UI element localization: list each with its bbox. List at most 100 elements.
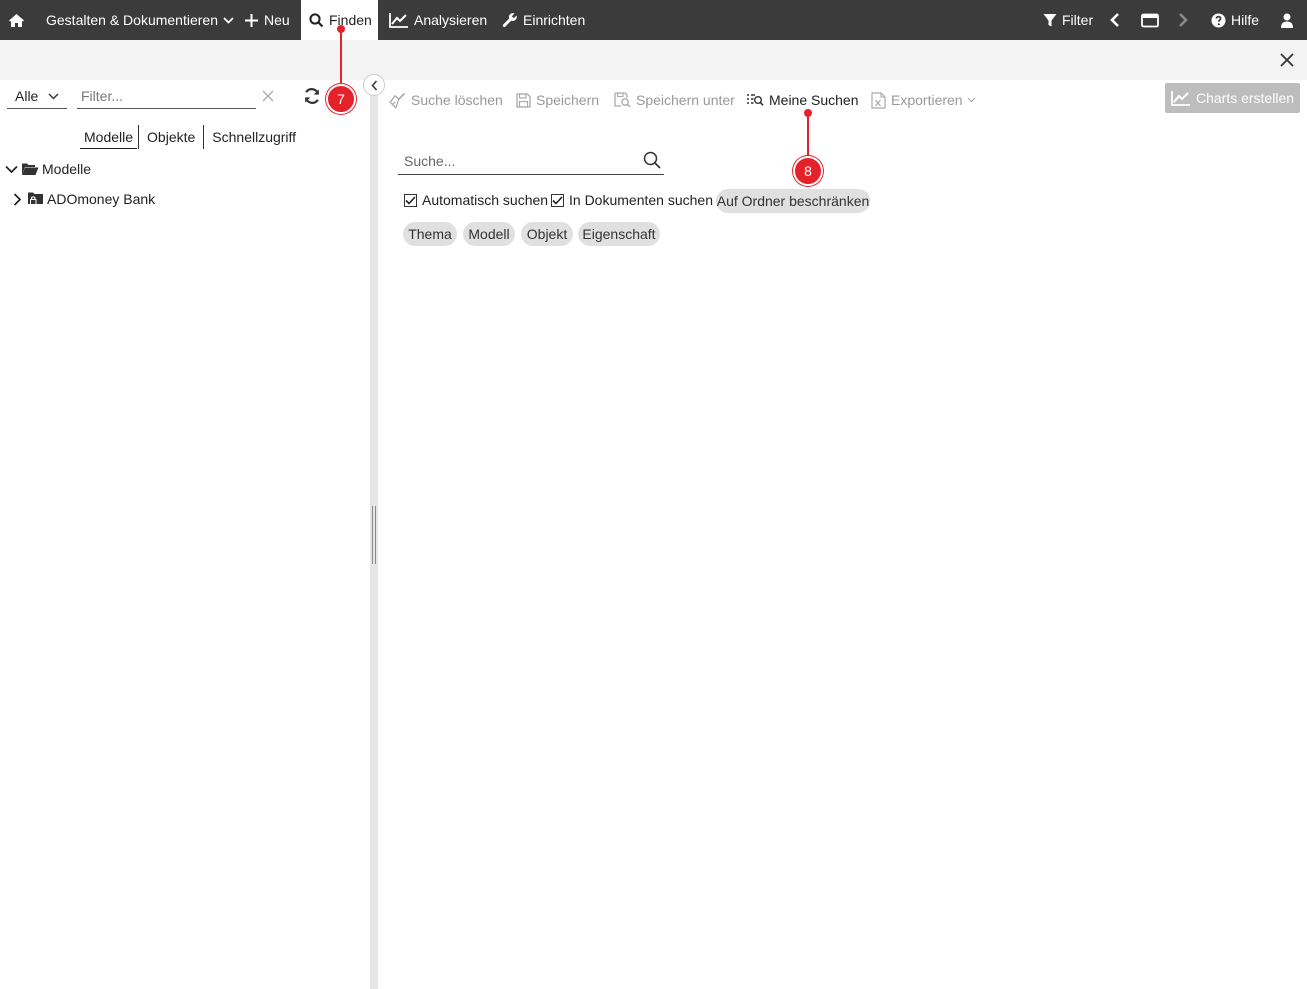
create-charts-button[interactable]: Charts erstellen	[1165, 83, 1300, 113]
line-chart-icon	[1171, 91, 1190, 106]
checkbox-checked-icon[interactable]	[551, 193, 564, 207]
find-tab-label: Finden	[329, 12, 372, 28]
filter-input-placeholder: Filter...	[81, 88, 124, 104]
tree-item-modelle[interactable]: Modelle	[5, 158, 91, 180]
new-button[interactable]: Neu	[244, 0, 290, 40]
save-button[interactable]: Speichern	[516, 89, 599, 111]
broom-icon	[389, 92, 406, 109]
save-icon	[516, 92, 531, 108]
clear-search-label: Suche löschen	[411, 92, 503, 108]
close-icon[interactable]	[1279, 52, 1295, 68]
filter-input[interactable]: Filter...	[77, 84, 256, 109]
save-button-label: Speichern	[536, 92, 600, 108]
panel-splitter[interactable]	[370, 80, 378, 989]
callout-7-badge: 7	[326, 84, 356, 114]
new-button-label: Neu	[264, 12, 290, 28]
tab-schnellzugriff[interactable]: Schnellzugriff	[205, 125, 303, 149]
help-button[interactable]: Hilfe	[1211, 0, 1259, 40]
chip-label: Eigenschaft	[582, 226, 656, 242]
my-searches-label: Meine Suchen	[769, 92, 859, 108]
my-searches-button[interactable]: Meine Suchen	[746, 89, 859, 111]
callout-8-line	[807, 113, 809, 157]
panel-header-bar	[0, 40, 1307, 80]
help-icon	[1211, 13, 1226, 27]
search-icon	[309, 12, 324, 27]
design-menu[interactable]: Gestalten & Dokumentieren	[46, 0, 234, 40]
user-button[interactable]	[1281, 0, 1293, 40]
chevron-left-icon	[1110, 13, 1119, 27]
user-icon	[1281, 13, 1293, 28]
home-icon	[9, 13, 24, 27]
search-input-placeholder: Suche...	[404, 153, 456, 169]
create-charts-label: Charts erstellen	[1195, 90, 1295, 106]
tab-modelle-label: Modelle	[84, 128, 134, 145]
forward-button[interactable]	[1178, 0, 1188, 40]
help-button-label: Hilfe	[1231, 12, 1260, 28]
wrench-icon	[502, 13, 517, 28]
filter-button[interactable]: Filter	[1043, 0, 1093, 40]
splitter-grip[interactable]	[372, 506, 376, 564]
filter-button-label: Filter	[1062, 12, 1094, 28]
chevron-down-icon[interactable]	[5, 165, 18, 174]
chip-thema[interactable]: Thema	[403, 222, 457, 246]
callout-8-number: 8	[804, 163, 812, 179]
scope-select[interactable]: Alle	[7, 84, 67, 109]
window-icon	[1141, 13, 1159, 27]
search-in-documents-checkbox[interactable]: In Dokumenten suchen	[551, 189, 713, 211]
search-input[interactable]: Suche...	[398, 148, 664, 175]
line-chart-icon	[389, 13, 408, 28]
home-button[interactable]	[8, 0, 25, 40]
auto-search-label: Automatisch suchen	[422, 192, 549, 208]
funnel-icon	[1043, 13, 1057, 26]
restrict-to-folder-label: Auf Ordner beschränken	[716, 193, 870, 209]
refresh-icon[interactable]	[303, 87, 321, 105]
locked-folder-icon	[28, 192, 43, 205]
chevron-down-icon	[48, 93, 59, 99]
excel-file-icon	[871, 91, 886, 109]
tab-separator	[203, 125, 205, 149]
tab-modelle[interactable]: Modelle	[80, 125, 138, 149]
export-label: Exportieren	[891, 92, 963, 108]
setup-menu-label: Einrichten	[523, 12, 586, 28]
setup-menu[interactable]: Einrichten	[502, 0, 585, 40]
auto-search-checkbox[interactable]: Automatisch suchen	[404, 189, 548, 211]
callout-7-line	[340, 29, 342, 85]
callout-8-badge: 8	[793, 156, 823, 186]
chevron-down-icon	[223, 16, 234, 24]
analyze-menu-label: Analysieren	[414, 12, 488, 28]
back-button[interactable]	[1110, 0, 1120, 40]
clear-search-button[interactable]: Suche löschen	[389, 89, 503, 111]
export-button[interactable]: Exportieren	[871, 89, 976, 111]
window-button[interactable]	[1141, 0, 1159, 40]
tab-objekte-label: Objekte	[147, 129, 196, 145]
design-menu-label: Gestalten & Dokumentieren	[46, 12, 218, 28]
plus-icon	[245, 13, 258, 27]
collapse-panel-button[interactable]	[363, 74, 385, 96]
folder-open-icon	[22, 163, 39, 175]
chevron-right-icon	[1179, 13, 1188, 27]
clear-icon[interactable]	[262, 90, 274, 102]
save-as-icon	[614, 92, 631, 108]
tree-item-label: ADOmoney Bank	[47, 191, 156, 207]
chip-label: Objekt	[526, 226, 568, 242]
chip-eigenschaft[interactable]: Eigenschaft	[578, 222, 660, 246]
analyze-menu[interactable]: Analysieren	[389, 0, 487, 40]
restrict-to-folder-chip[interactable]: Auf Ordner beschränken	[716, 189, 870, 213]
chevron-right-icon[interactable]	[13, 192, 22, 206]
scope-select-value: Alle	[15, 88, 39, 104]
checkbox-checked-icon[interactable]	[404, 193, 417, 207]
tree-item-adomoney-bank[interactable]: ADOmoney Bank	[13, 188, 155, 210]
top-navigation-bar: Gestalten & Dokumentieren Neu Finden Ana…	[0, 0, 1307, 40]
save-as-button[interactable]: Speichern unter	[614, 89, 735, 111]
tab-separator	[138, 125, 140, 149]
tab-schnellzugriff-label: Schnellzugriff	[212, 129, 297, 145]
chip-objekt[interactable]: Objekt	[521, 222, 573, 246]
save-as-label: Speichern unter	[636, 92, 735, 108]
tab-objekte[interactable]: Objekte	[140, 125, 202, 149]
search-in-documents-label: In Dokumenten suchen	[569, 192, 713, 208]
chip-modell[interactable]: Modell	[463, 222, 515, 246]
chevron-left-icon	[370, 80, 377, 90]
chevron-down-icon	[967, 97, 976, 103]
search-icon[interactable]	[643, 151, 661, 169]
chip-label: Modell	[468, 226, 510, 242]
